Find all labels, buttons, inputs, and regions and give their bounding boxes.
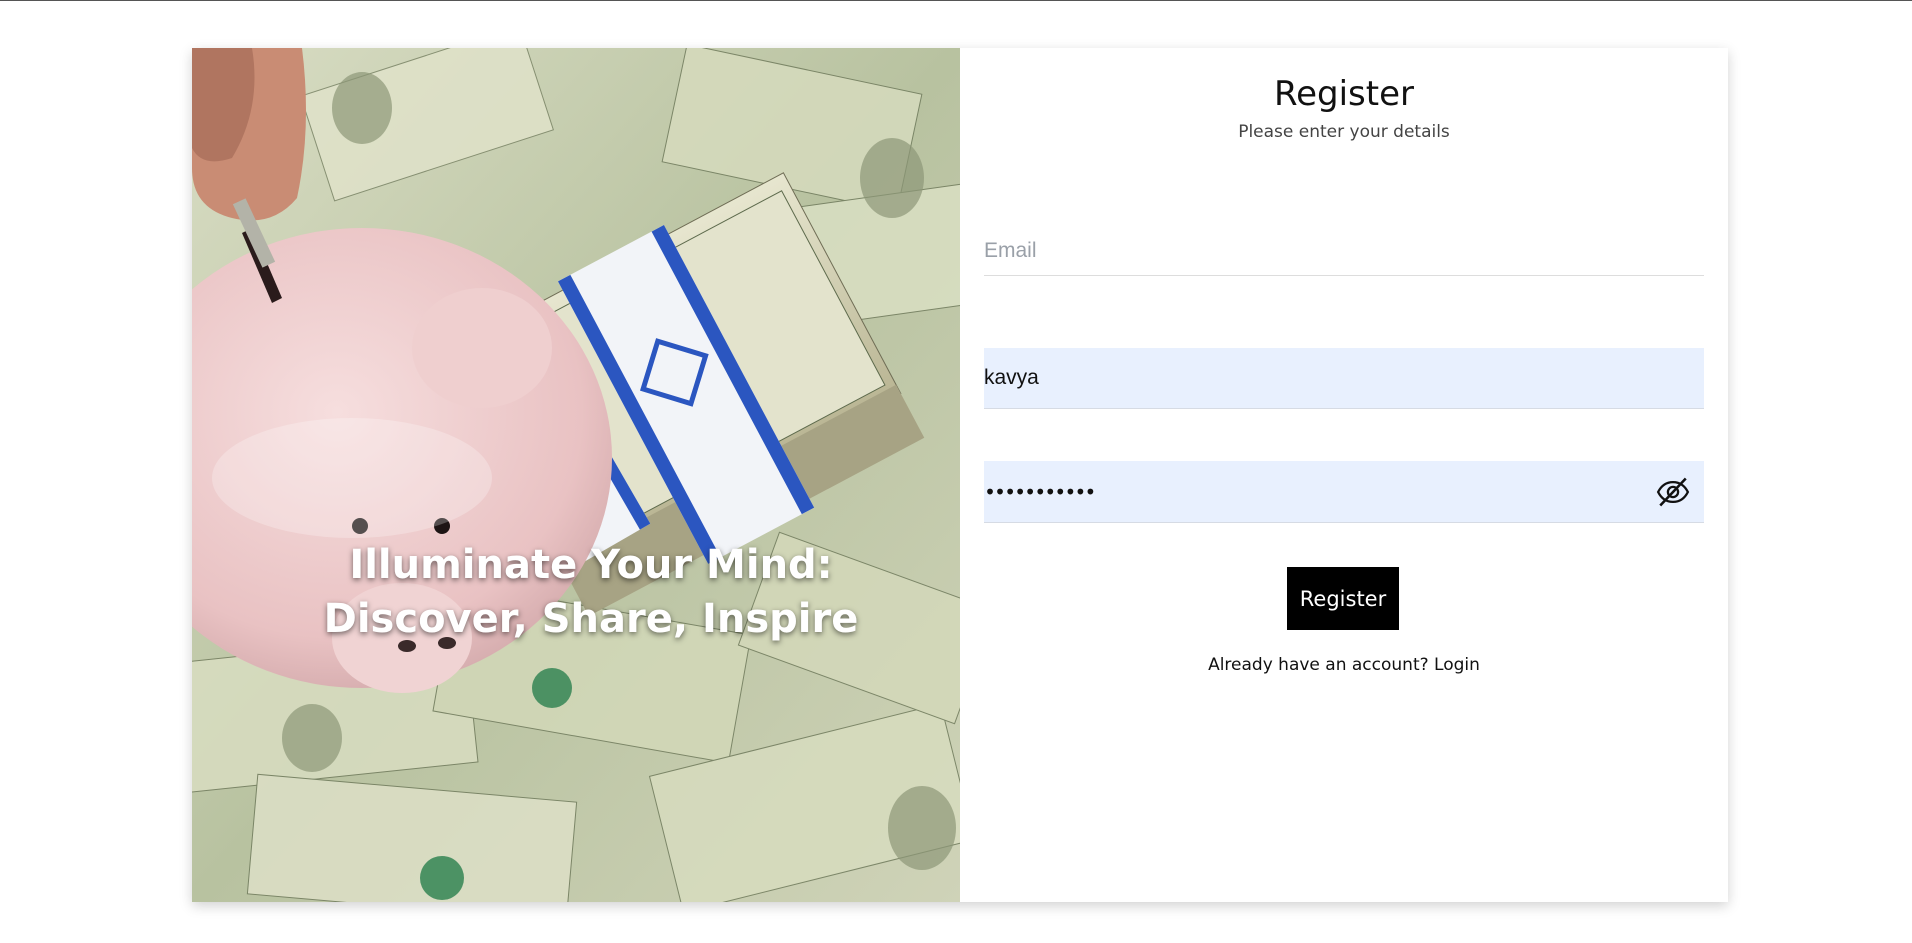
eye-slash-icon[interactable] bbox=[1656, 475, 1690, 509]
register-form: Register Please enter your details Regis… bbox=[960, 48, 1728, 902]
top-divider bbox=[0, 0, 1912, 1]
password-field[interactable] bbox=[984, 461, 1624, 522]
password-field-wrapper bbox=[984, 461, 1704, 523]
hero-image bbox=[192, 48, 960, 902]
register-card: Illuminate Your Mind: Discover, Share, I… bbox=[192, 48, 1728, 902]
name-field[interactable] bbox=[984, 348, 1704, 409]
login-prompt-row: Already have an account? Login bbox=[960, 655, 1728, 675]
email-field[interactable] bbox=[984, 226, 1704, 276]
page-subtitle: Please enter your details bbox=[1238, 122, 1450, 142]
hero-tagline: Illuminate Your Mind: Discover, Share, I… bbox=[323, 542, 859, 642]
page-title: Register bbox=[1274, 74, 1414, 114]
hero-panel: Illuminate Your Mind: Discover, Share, I… bbox=[192, 48, 960, 902]
register-button[interactable]: Register bbox=[1287, 567, 1399, 630]
login-prompt-text: Already have an account? bbox=[1208, 655, 1429, 675]
login-link[interactable]: Login bbox=[1434, 655, 1480, 675]
